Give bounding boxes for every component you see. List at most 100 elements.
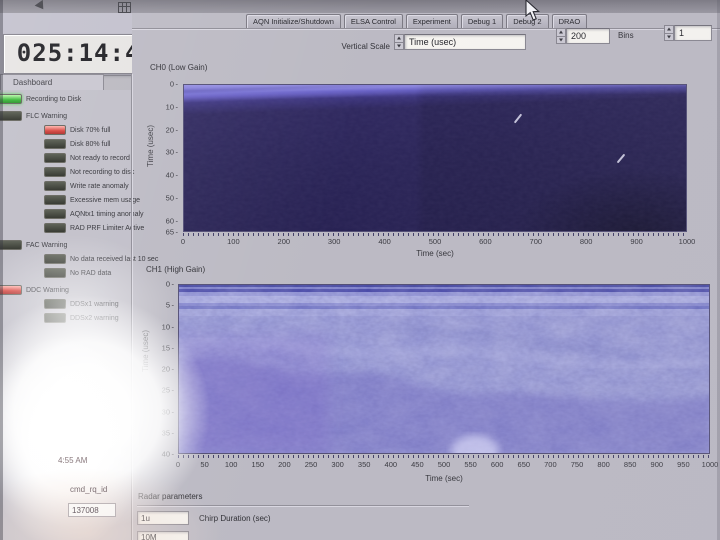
led-dark-icon: [44, 268, 66, 278]
radar-parameter-field[interactable]: 10M: [137, 531, 189, 540]
indicator-label: No data received last 10 sec: [70, 256, 158, 263]
tab-experiment[interactable]: Experiment: [406, 14, 458, 28]
ch1-minor-ticks: [178, 455, 710, 458]
spinner[interactable]: [394, 34, 404, 50]
spinner[interactable]: [556, 28, 566, 44]
cmd-rq-id-value[interactable]: 137008: [68, 503, 116, 517]
ch0-x-axis-label: Time (sec): [183, 249, 687, 258]
y-tick-label: 10: [162, 322, 174, 331]
led-dark-icon: [44, 313, 66, 323]
x-tick-label: 850: [624, 460, 637, 469]
indicator-recording-to-disk: Recording to Disk: [0, 94, 131, 104]
instrument-panel-screenshot: 025:14:42:24 UTC GPSec1 AQN Initialize/S…: [0, 0, 720, 540]
x-tick-label: 1000: [679, 237, 696, 246]
indicator-label: No RAD data: [70, 270, 111, 277]
led-dark-icon: [44, 195, 66, 205]
x-tick-label: 800: [580, 237, 593, 246]
x-tick-label: 800: [597, 460, 610, 469]
tabbar-divider: [132, 28, 720, 29]
indicator-label: Disk 70% full: [70, 127, 110, 134]
x-tick-label: 400: [385, 460, 398, 469]
x-tick-label: 100: [227, 237, 240, 246]
spinner-down-icon[interactable]: [395, 42, 403, 50]
y-tick-label: 5: [166, 301, 174, 310]
led-dark-icon: [44, 299, 66, 309]
tab-elsa-control[interactable]: ELSA Control: [344, 14, 403, 28]
count-control[interactable]: 1: [664, 25, 712, 41]
x-tick-label: 600: [479, 237, 492, 246]
indicator-excessive-mem-usage: Excessive mem usage: [0, 195, 131, 205]
ch0-y-axis: 010203040506065: [152, 84, 178, 232]
sidebar-tab-dashboard[interactable]: Dashboard: [0, 74, 104, 90]
x-tick-label: 0: [176, 460, 180, 469]
spinner-down-icon[interactable]: [557, 36, 565, 44]
ch0-minor-ticks: [183, 233, 687, 236]
indicator-label: Disk 80% full: [70, 141, 110, 148]
indicator-ddsx2-warning: DDSx2 warning: [0, 313, 131, 323]
y-tick-label: 40: [166, 171, 178, 180]
indicator-disk-70-full: Disk 70% full: [0, 125, 131, 135]
indicator-no-data-received-last-10-sec: No data received last 10 sec: [0, 254, 131, 264]
vertical-scale-control[interactable]: Time (usec): [394, 34, 526, 50]
indicator-label: Excessive mem usage: [70, 197, 140, 204]
y-tick-label: 15: [162, 343, 174, 352]
led-red-icon: [44, 125, 66, 135]
indicator-not-recording-to-disk: Not recording to disk: [0, 167, 131, 177]
chirp-duration-field[interactable]: 1u: [137, 511, 189, 525]
count-value[interactable]: 1: [674, 25, 712, 41]
footer-time-fragment: 4:55 AM: [58, 456, 87, 465]
indicator-aqntx1-timing-anomaly: AQNtx1 timing anomaly: [0, 209, 131, 219]
chirp-duration-label: Chirp Duration (sec): [199, 514, 271, 523]
ch0-x-axis: 01002003004005006007008009001000: [183, 237, 687, 247]
radar-parameters-divider: [137, 505, 469, 506]
indicator-label: AQNtx1 timing anomaly: [70, 211, 144, 218]
ch0-title: CH0 (Low Gain): [150, 63, 207, 72]
led-dark-icon: [44, 139, 66, 149]
bins-value[interactable]: 200: [566, 28, 610, 44]
ch0-noise-texture: [184, 85, 687, 232]
x-tick-label: 1000: [702, 460, 719, 469]
led-dark-icon: [0, 240, 22, 250]
x-tick-label: 550: [464, 460, 477, 469]
tab-drao[interactable]: DRAO: [552, 14, 588, 28]
indicator-no-rad-data: No RAD data: [0, 268, 131, 278]
indicator-label: DDSx2 warning: [70, 315, 119, 322]
x-tick-label: 750: [571, 460, 584, 469]
x-tick-label: 0: [181, 237, 185, 246]
sidebar-divider: [131, 74, 132, 540]
indicator-label: DDC Warning: [26, 287, 69, 294]
x-tick-label: 700: [530, 237, 543, 246]
indicator-label: Write rate anomaly: [70, 183, 129, 190]
spinner-down-icon[interactable]: [665, 33, 673, 41]
led-red-icon: [0, 285, 22, 295]
cursor-arrow-icon[interactable]: [35, 0, 48, 12]
led-dark-icon: [44, 254, 66, 264]
indicator-flc-warning: FLC Warning: [0, 111, 131, 121]
x-tick-label: 100: [225, 460, 238, 469]
grid-icon[interactable]: [118, 2, 131, 13]
spinner[interactable]: [664, 25, 674, 41]
indicator-list: Recording to Disk FLC Warning Disk 70% ful…: [0, 94, 131, 327]
indicator-not-ready-to-record: Not ready to record: [0, 153, 131, 163]
mouse-cursor-icon: [524, 0, 542, 22]
tab-debug-1[interactable]: Debug 1: [461, 14, 503, 28]
ch1-y-axis: 0510152025303540: [148, 284, 174, 454]
y-tick-label: 30: [166, 148, 178, 157]
radar-parameters-header: Radar parameters: [138, 492, 202, 501]
ch0-intensity-plot: [183, 84, 687, 232]
tab-aqn-initialize-shutdown[interactable]: AQN Initialize/Shutdown: [246, 14, 341, 28]
led-dark-icon: [0, 111, 22, 121]
indicator-fac-warning: FAC Warning: [0, 240, 131, 250]
y-tick-label: 0: [166, 280, 174, 289]
led-dark-icon: [44, 209, 66, 219]
y-tick-label: 40: [162, 450, 174, 459]
window-title-strip: [0, 0, 720, 14]
vertical-scale-value[interactable]: Time (usec): [404, 34, 526, 50]
x-tick-label: 900: [630, 237, 643, 246]
x-tick-label: 200: [278, 237, 291, 246]
vertical-scale-label: Vertical Scale: [326, 42, 390, 51]
bins-control[interactable]: 200: [556, 28, 610, 44]
ch1-intensity-plot: [178, 284, 710, 454]
status-sidebar: Recording to Disk FLC Warning Disk 70% ful…: [0, 90, 131, 540]
indicator-label: RAD PRF Limiter Active: [70, 225, 144, 232]
